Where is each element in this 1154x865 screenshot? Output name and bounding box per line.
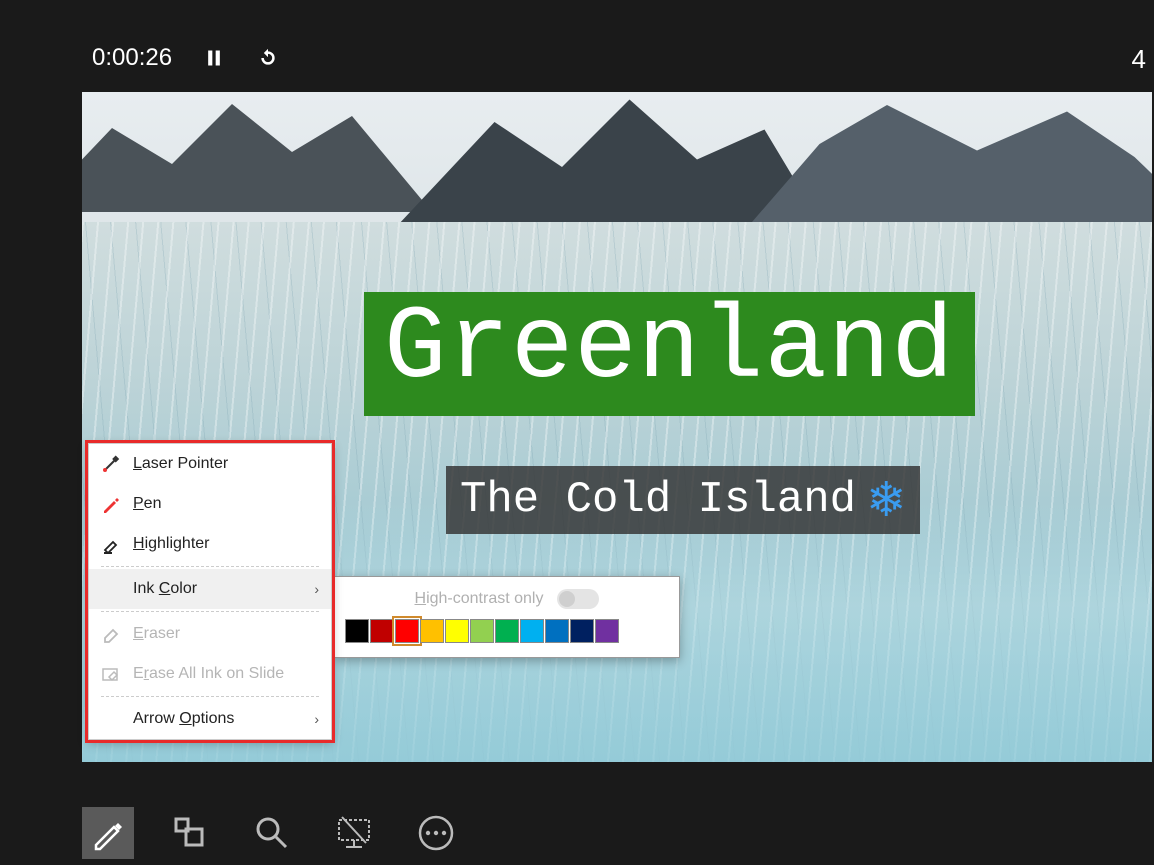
slide-subtitle: The Cold Island [460, 476, 856, 524]
menu-item-erase-all-ink-on-slide: Erase All Ink on Slide [89, 654, 331, 694]
pen-red-icon [101, 494, 121, 514]
color-swatch[interactable] [420, 619, 444, 643]
restart-icon [258, 48, 278, 68]
pen-tool-button[interactable] [82, 807, 134, 859]
color-swatch[interactable] [570, 619, 594, 643]
color-swatch[interactable] [445, 619, 469, 643]
erase-all-icon [101, 664, 121, 684]
menu-item-arrow-options[interactable]: Arrow Options› [89, 699, 331, 739]
color-swatch[interactable] [495, 619, 519, 643]
color-swatch[interactable] [470, 619, 494, 643]
color-swatch[interactable] [395, 619, 419, 643]
ellipsis-icon [416, 813, 456, 853]
menu-item-highlighter[interactable]: Highlighter [89, 524, 331, 564]
color-swatch[interactable] [345, 619, 369, 643]
ink-color-submenu: High-contrast only [334, 576, 680, 658]
laser-pointer-icon [101, 454, 121, 474]
menu-item-label: Ink Color [133, 580, 315, 598]
color-swatch[interactable] [520, 619, 544, 643]
menu-item-ink-color[interactable]: Ink Color› [89, 569, 331, 609]
slide-subtitle-box: The Cold Island ❄ [446, 466, 920, 534]
magnifier-icon [252, 813, 292, 853]
highlighter-icon [101, 534, 121, 554]
slide-background [82, 92, 1152, 232]
pen-context-menu: Laser PointerPenHighlighterInk Color›Era… [88, 443, 332, 740]
menu-item-pen[interactable]: Pen [89, 484, 331, 524]
blank-icon [101, 709, 121, 729]
pause-icon [204, 48, 224, 68]
color-swatch[interactable] [595, 619, 619, 643]
restart-button[interactable] [256, 46, 280, 70]
menu-item-eraser: Eraser [89, 614, 331, 654]
zoom-button[interactable] [246, 807, 298, 859]
color-swatch-row [335, 619, 679, 649]
menu-item-laser-pointer[interactable]: Laser Pointer [89, 444, 331, 484]
pen-icon [88, 813, 128, 853]
see-all-slides-button[interactable] [164, 807, 216, 859]
menu-item-label: Highlighter [133, 535, 315, 553]
high-contrast-row[interactable]: High-contrast only [335, 577, 679, 619]
slide-number: 4 [1132, 44, 1146, 75]
black-screen-button[interactable] [328, 807, 380, 859]
menu-item-label: Eraser [133, 625, 315, 643]
chevron-right-icon: › [314, 581, 319, 597]
chevron-right-icon: › [314, 711, 319, 727]
eraser-icon [101, 624, 121, 644]
menu-item-label: Laser Pointer [133, 455, 315, 473]
top-bar: 0:00:26 [92, 44, 280, 72]
high-contrast-label: High-contrast only [415, 590, 544, 608]
snowflake-icon: ❄ [866, 472, 906, 528]
presenter-toolbar [82, 807, 462, 859]
monitor-icon [334, 813, 374, 853]
slide-title-box: Greenland [364, 292, 975, 416]
menu-item-label: Arrow Options [133, 710, 315, 728]
menu-item-label: Pen [133, 495, 315, 513]
pause-button[interactable] [202, 46, 226, 70]
color-swatch[interactable] [545, 619, 569, 643]
color-swatch[interactable] [370, 619, 394, 643]
slide-title: Greenland [384, 297, 955, 401]
high-contrast-toggle[interactable] [557, 589, 599, 609]
more-options-button[interactable] [410, 807, 462, 859]
menu-item-label: Erase All Ink on Slide [133, 665, 315, 683]
blank-icon [101, 579, 121, 599]
recording-timer: 0:00:26 [92, 44, 172, 72]
grid-icon [170, 813, 210, 853]
